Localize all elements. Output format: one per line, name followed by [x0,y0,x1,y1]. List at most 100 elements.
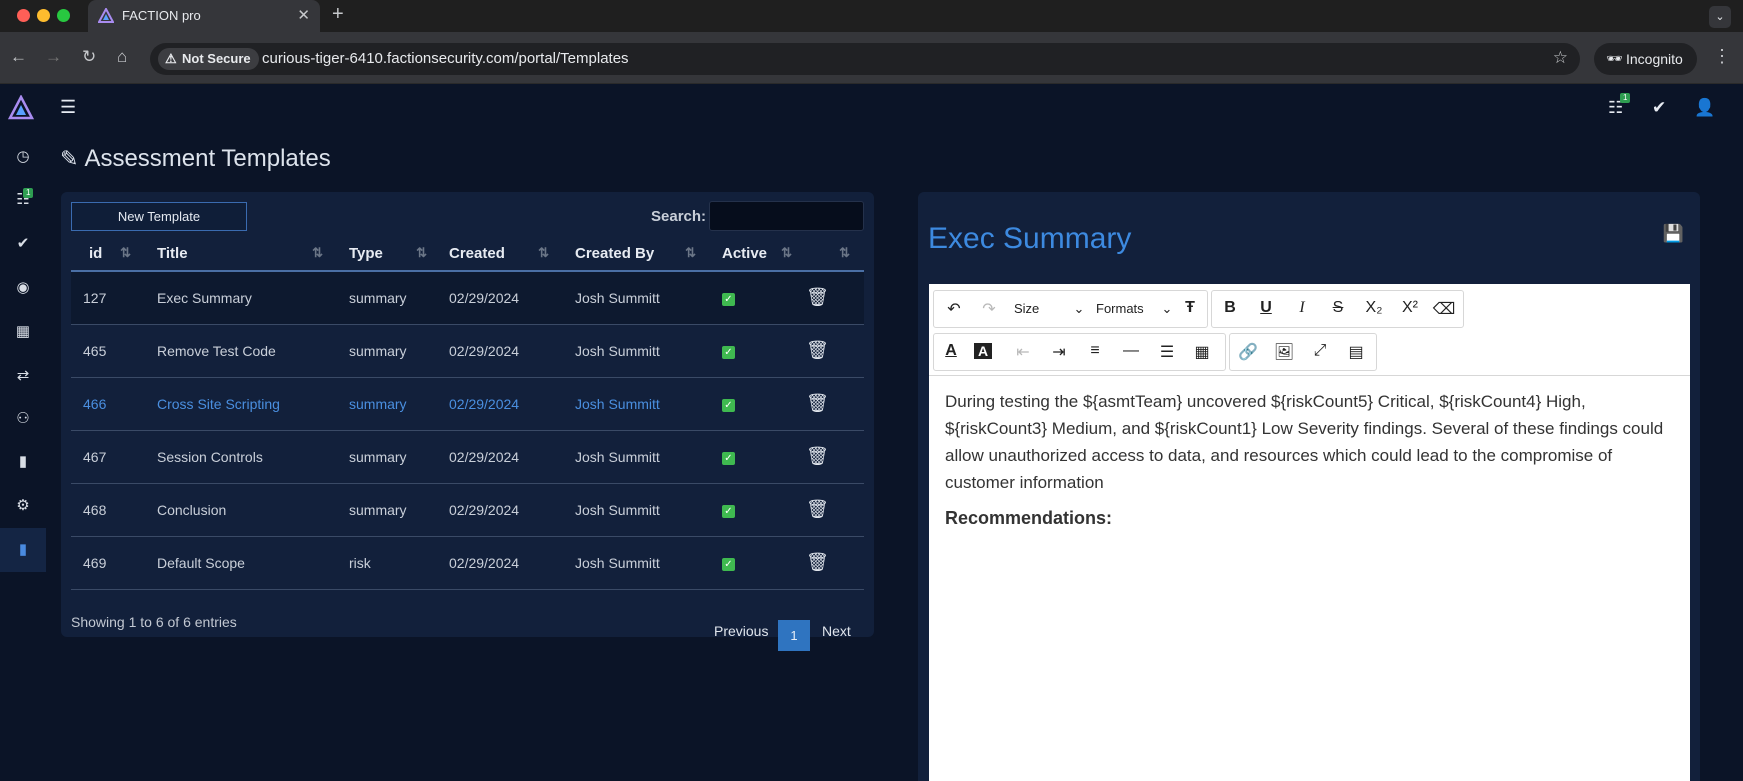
indent-icon[interactable]: ⇥ [1046,342,1072,362]
cell-title[interactable]: Default Scope [145,536,337,590]
retest-cycle-icon[interactable]: ⇄ [0,354,46,398]
next-page-button[interactable]: Next [822,623,851,639]
formats-select[interactable]: Formats [1096,301,1144,316]
column-header-created-by[interactable]: Created By ⇅ [563,236,710,272]
incognito-indicator[interactable]: 🕶 Incognito [1594,43,1697,75]
trash-icon[interactable]: 🗑 [806,446,829,466]
bold-icon[interactable]: B [1217,299,1243,317]
strikethrough-icon[interactable]: S [1325,299,1351,317]
subscript-icon[interactable]: X₂ [1361,299,1387,317]
active-checkbox-icon[interactable]: ✓ [722,558,735,571]
link-icon[interactable]: 🔗 [1235,342,1261,362]
teams-icon[interactable]: ⚇ [0,397,46,441]
home-icon[interactable]: ⌂ [117,47,127,67]
size-chevron-down-icon[interactable]: ⌄ [1066,301,1092,317]
tab-close-icon[interactable]: ✕ [297,6,310,24]
column-header-created[interactable]: Created ⇅ [441,236,563,272]
forward-arrow-icon[interactable]: → [45,47,62,67]
trash-icon[interactable]: 🗑 [806,552,829,572]
align-left-icon[interactable]: ≡ [1082,342,1108,360]
table-row[interactable]: 469 Default Scope risk 02/29/2024 Josh S… [71,536,864,590]
table-row[interactable]: 468 Conclusion summary 02/29/2024 Josh S… [71,483,864,537]
ordered-list-icon[interactable]: ☰ [1154,342,1180,362]
browser-tab[interactable]: FACTION pro ✕ [88,0,320,32]
assessment-queue-icon[interactable]: ☷ [0,178,46,222]
url-text[interactable]: curious-tiger-6410.factionsecurity.com/p… [262,50,629,67]
column-header-type[interactable]: Type ⇅ [337,236,441,272]
metrics-chart-icon[interactable]: ▮ [0,440,46,484]
cell-title[interactable]: Exec Summary [145,271,337,325]
reload-icon[interactable]: ↻ [82,47,96,67]
not-secure-chip[interactable]: ⚠ Not Secure [158,48,259,70]
underline-icon[interactable]: U [1253,299,1279,317]
sort-icon[interactable]: ⇅ [781,245,792,261]
table-row[interactable]: 465 Remove Test Code summary 02/29/2024 … [71,324,864,378]
active-checkbox-icon[interactable]: ✓ [722,346,735,359]
font-size-select[interactable]: Size [1014,301,1039,316]
current-page-button[interactable]: 1 [778,620,810,651]
back-arrow-icon[interactable]: ← [10,47,27,67]
trash-icon[interactable]: 🗑 [806,499,829,519]
cell-title[interactable]: Conclusion [145,483,337,537]
template-block-icon[interactable]: ▤ [1343,342,1369,362]
column-header-active[interactable]: Active ⇅ [710,236,806,272]
sort-icon[interactable]: ⇅ [538,245,549,261]
verification-check-icon[interactable]: ✔ [1652,98,1666,118]
table-row[interactable]: 127 Exec Summary summary 02/29/2024 Josh… [71,271,864,325]
trash-icon[interactable]: 🗑 [806,393,829,413]
maximize-window-button[interactable] [57,9,70,22]
user-profile-icon[interactable]: 👤 [1694,98,1715,118]
active-checkbox-icon[interactable]: ✓ [722,452,735,465]
trash-icon[interactable]: 🗑 [806,287,829,307]
search-input[interactable] [709,201,864,231]
background-color-icon[interactable]: A [974,343,992,359]
address-bar[interactable]: ⚠ Not Secure curious-tiger-6410.factionse… [150,43,1580,75]
cell-title[interactable]: Cross Site Scripting [145,377,337,431]
browser-menu-icon[interactable]: ⋮ [1713,46,1731,67]
settings-gear-icon[interactable]: ⚙ [0,484,46,528]
outdent-icon[interactable]: ⇤ [1010,342,1036,362]
horizontal-rule-icon[interactable]: — [1118,342,1144,360]
previous-page-button[interactable]: Previous [714,623,768,639]
active-checkbox-icon[interactable]: ✓ [722,399,735,412]
sort-icon[interactable]: ⇅ [312,245,323,261]
italic-icon[interactable]: I [1289,299,1315,317]
retests-eye-icon[interactable]: ◉ [0,266,46,310]
dashboard-icon[interactable]: ◷ [0,135,46,179]
trash-icon[interactable]: 🗑 [806,340,829,360]
save-icon[interactable]: 💾 [1663,224,1684,244]
calendar-icon[interactable]: ▦ [0,310,46,354]
sort-icon[interactable]: ⇅ [839,245,850,261]
faction-logo-icon[interactable] [8,95,34,121]
eraser-icon[interactable]: ⌫ [1431,299,1457,319]
sort-icon[interactable]: ⇅ [685,245,696,261]
text-height-icon[interactable]: Ŧ [1177,299,1203,317]
hamburger-menu-icon[interactable]: ☰ [60,97,76,118]
editor-content[interactable]: During testing the ${asmtTeam} uncovered… [945,388,1675,532]
bookmark-star-icon[interactable]: ☆ [1553,48,1568,68]
redo-icon[interactable]: ↷ [976,299,1002,319]
minimize-window-button[interactable] [37,9,50,22]
sort-icon[interactable]: ⇅ [120,245,131,261]
new-tab-icon[interactable]: + [332,3,344,26]
close-window-button[interactable] [17,9,30,22]
table-row[interactable]: 467 Session Controls summary 02/29/2024 … [71,430,864,484]
column-header-actions[interactable]: ⇅ [806,236,864,272]
tab-search-chevron-icon[interactable]: ⌄ [1709,6,1731,28]
verification-icon[interactable]: ✔ [0,222,46,266]
active-checkbox-icon[interactable]: ✓ [722,505,735,518]
cell-title[interactable]: Session Controls [145,430,337,484]
fullscreen-icon[interactable]: ⤢ [1307,342,1333,360]
cell-title[interactable]: Remove Test Code [145,324,337,378]
column-header-title[interactable]: Title ⇅ [145,236,337,272]
image-icon[interactable]: 🖼 [1271,342,1297,362]
undo-icon[interactable]: ↶ [941,299,967,319]
superscript-icon[interactable]: X² [1397,299,1423,317]
table-icon[interactable]: ▦ [1189,342,1215,362]
table-row[interactable]: 466 Cross Site Scripting summary 02/29/2… [71,377,864,431]
column-header-id[interactable]: id ⇅ [71,236,145,272]
font-color-icon[interactable]: A [938,342,964,360]
sort-icon[interactable]: ⇅ [416,245,427,261]
active-checkbox-icon[interactable]: ✓ [722,293,735,307]
new-template-button[interactable]: New Template [71,202,247,231]
